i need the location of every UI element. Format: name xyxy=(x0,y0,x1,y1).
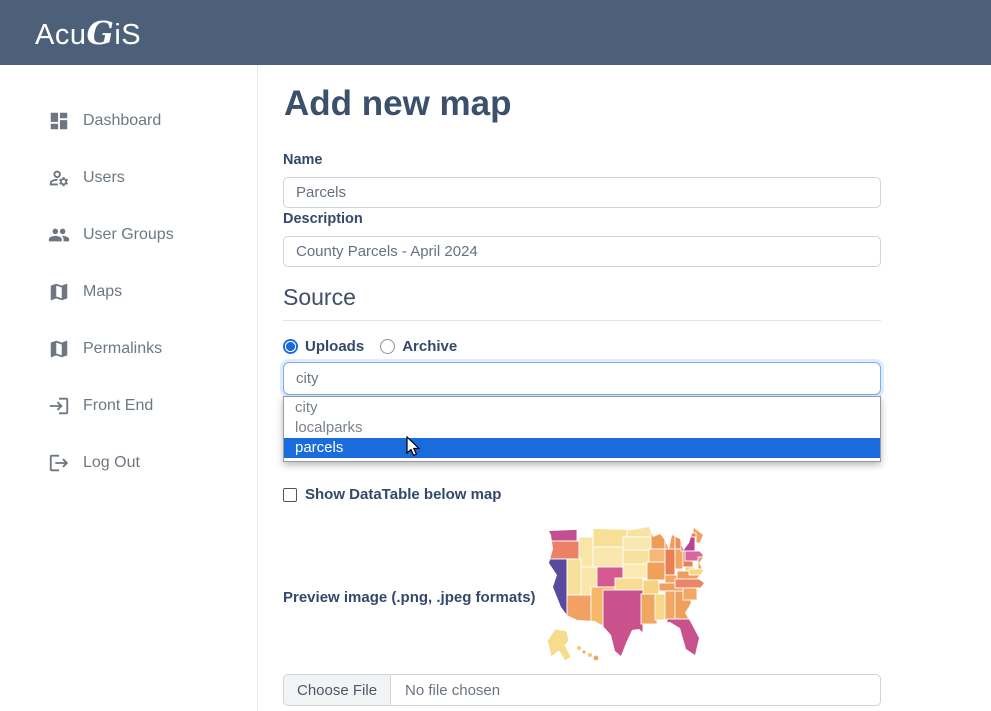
map-icon xyxy=(48,281,70,303)
description-input[interactable] xyxy=(283,236,881,267)
hawaii-dots xyxy=(577,646,598,660)
state-tile-CA xyxy=(541,559,567,617)
page: AcuGiS Dashboard Users User Groups Maps xyxy=(0,0,991,711)
state-tile-MO xyxy=(647,562,665,580)
alaska-shape xyxy=(547,629,571,661)
state-tile-WI xyxy=(665,527,675,549)
state-tile-OK xyxy=(615,578,643,590)
logo-g: G xyxy=(86,14,114,52)
state-tile-IL xyxy=(665,549,675,575)
state-tile-MDDE xyxy=(689,569,703,575)
state-tile-MS xyxy=(655,594,665,620)
sidebar-item-dashboard[interactable]: Dashboard xyxy=(0,92,257,149)
state-tile-NJ xyxy=(698,557,704,569)
us-choropleth-svg xyxy=(537,523,710,666)
user-group-icon xyxy=(48,224,70,246)
sidebar-item-permalinks[interactable]: Permalinks xyxy=(0,320,257,377)
sidebar-item-label: Maps xyxy=(83,283,122,301)
upload-layer-select[interactable]: city xyxy=(283,362,881,395)
file-chosen-status: No file chosen xyxy=(391,675,500,705)
sidebar-item-label: Permalinks xyxy=(83,340,162,358)
sidebar-item-label: User Groups xyxy=(83,226,174,244)
name-input[interactable] xyxy=(283,177,881,208)
logout-arrow-icon xyxy=(48,452,70,474)
state-tile-WA xyxy=(545,525,577,541)
page-title: Add new map xyxy=(284,84,512,124)
datatable-checkbox[interactable] xyxy=(283,488,297,502)
state-tile-NY xyxy=(681,537,695,551)
us-map-preview-image xyxy=(537,523,710,666)
dropdown-option-city[interactable]: city xyxy=(284,398,880,418)
state-tile-NC xyxy=(675,579,705,588)
state-tile-MT xyxy=(593,525,627,547)
logo-text: iS xyxy=(114,19,141,51)
state-tile-NV xyxy=(567,559,581,595)
state-tile-WY xyxy=(593,547,623,567)
datatable-checkbox-label: Show DataTable below map xyxy=(305,486,501,503)
choose-file-button[interactable]: Choose File xyxy=(284,675,391,705)
preview-file-input[interactable]: Choose File No file chosen xyxy=(283,674,881,706)
state-tile-ND xyxy=(627,525,651,537)
sidebar: Dashboard Users User Groups Maps Permali… xyxy=(0,65,258,711)
sidebar-item-label: Front End xyxy=(83,397,153,415)
state-tile-FL xyxy=(667,619,703,663)
app-header: AcuGiS xyxy=(0,0,991,65)
sidebar-item-user-groups[interactable]: User Groups xyxy=(0,206,257,263)
logo-text: Acu xyxy=(35,19,86,51)
uploads-radio[interactable] xyxy=(283,339,298,354)
sidebar-item-label: Dashboard xyxy=(83,112,161,130)
state-tile-KS xyxy=(623,564,649,578)
user-gear-icon xyxy=(48,167,70,189)
state-tile-AL xyxy=(665,591,675,620)
uploads-radio-label: Uploads xyxy=(305,338,364,355)
dropdown-option-localparks[interactable]: localparks xyxy=(284,418,880,438)
archive-radio[interactable] xyxy=(380,339,395,354)
sidebar-item-users[interactable]: Users xyxy=(0,149,257,206)
upload-layer-select-value: city xyxy=(296,370,319,387)
sidebar-item-log-out[interactable]: Log Out xyxy=(0,434,257,491)
state-tile-IN xyxy=(675,549,683,569)
sidebar-item-maps[interactable]: Maps xyxy=(0,263,257,320)
state-tile-IA xyxy=(649,549,665,562)
dashboard-icon xyxy=(48,110,70,132)
datatable-checkbox-row: Show DataTable below map xyxy=(283,486,501,503)
state-tile-SD xyxy=(623,537,651,550)
source-section-heading: Source xyxy=(283,284,881,321)
state-tile-MI xyxy=(675,527,685,549)
preview-image-label: Preview image (.png, .jpeg formats) xyxy=(283,589,536,606)
state-tile-MN xyxy=(651,525,665,549)
state-tile-TX xyxy=(603,590,643,660)
source-radio-group: Uploads Archive xyxy=(283,338,466,355)
state-tile-SC xyxy=(683,588,697,600)
sidebar-item-label: Users xyxy=(83,169,125,187)
state-tile-AR xyxy=(643,580,659,594)
dropdown-option-parcels[interactable]: parcels xyxy=(284,438,880,458)
state-tile-AZ xyxy=(567,595,591,623)
name-label: Name xyxy=(283,152,323,168)
state-tile-OR xyxy=(545,541,579,559)
map-icon xyxy=(48,338,70,360)
sidebar-item-front-end[interactable]: Front End xyxy=(0,377,257,434)
archive-radio-label: Archive xyxy=(402,338,457,355)
login-arrow-icon xyxy=(48,395,70,417)
app-logo: AcuGiS xyxy=(35,14,141,52)
upload-layer-dropdown: city localparks parcels xyxy=(283,396,881,462)
sidebar-item-label: Log Out xyxy=(83,454,140,472)
description-label: Description xyxy=(283,211,363,227)
